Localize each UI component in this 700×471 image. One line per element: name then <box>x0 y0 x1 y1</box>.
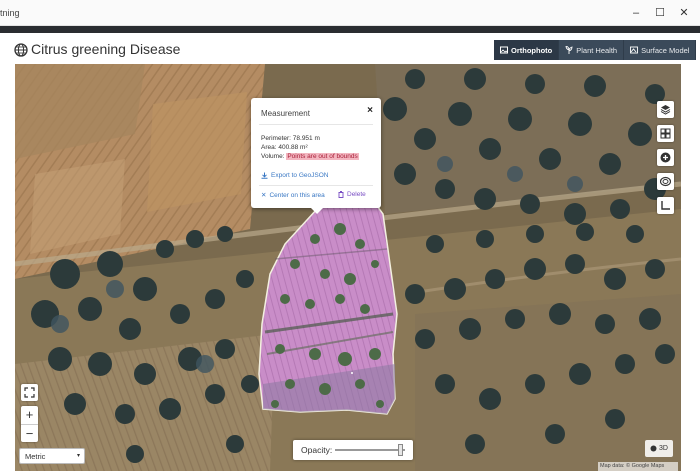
3d-view-button[interactable]: 3D <box>645 440 673 457</box>
tab-plant-health[interactable]: Plant Health <box>559 40 625 60</box>
image-icon <box>500 46 508 54</box>
center-area-link[interactable]: ✕ Center on this area <box>261 191 325 200</box>
layers-icon <box>660 105 671 115</box>
area-value: Area: 400.88 m² <box>261 144 308 151</box>
tab-orthophoto[interactable]: Orthophoto <box>494 40 560 60</box>
close-icon: ✕ <box>261 192 267 199</box>
zoom-in-button[interactable]: + <box>21 406 38 424</box>
units-select[interactable]: Metric ▾ <box>19 448 85 464</box>
measurement-popup: Measurement × Perimeter: 78.951 m Area: … <box>251 98 381 214</box>
delete-measurement-link[interactable]: Delete <box>338 191 366 198</box>
popup-close-button[interactable]: × <box>367 105 373 116</box>
tab-label: Orthophoto <box>511 45 553 55</box>
view-tabs: Orthophoto Plant Health Surface Model <box>494 40 697 60</box>
globe-icon <box>14 43 28 57</box>
fullscreen-icon <box>24 387 35 398</box>
3d-label: 3D <box>659 445 668 452</box>
mountain-icon <box>630 46 639 54</box>
popup-title: Measurement <box>261 109 310 118</box>
measure-button[interactable] <box>657 173 674 190</box>
chevron-down-icon: ▾ <box>76 453 80 459</box>
page-title: Citrus greening Disease <box>31 41 181 57</box>
map-view[interactable]: + − Metric ▾ Opacity: 3D Map data: © Goo… <box>15 64 681 471</box>
window-title: tning <box>0 8 20 18</box>
popup-divider <box>259 185 373 186</box>
volume-row: Volume: Points are out of bounds <box>261 153 359 160</box>
close-window-button[interactable]: ✕ <box>672 4 696 22</box>
app-content: Citrus greening Disease Orthophoto Plant… <box>0 33 700 471</box>
opacity-slider-track[interactable] <box>335 449 405 451</box>
volume-label: Volume: <box>261 153 285 160</box>
trash-icon <box>338 191 344 198</box>
minimize-button[interactable]: – <box>624 4 648 22</box>
globe-icon <box>650 445 657 452</box>
download-icon <box>261 172 268 179</box>
window-title-bar: tning – ☐ ✕ <box>0 0 700 26</box>
center-label: Center on this area <box>269 191 325 199</box>
perimeter-value: Perimeter: 78.951 m <box>261 135 320 142</box>
browser-toolbar <box>0 26 700 33</box>
plant-icon <box>565 46 573 54</box>
tab-surface-model[interactable]: Surface Model <box>624 40 697 60</box>
crop-button[interactable] <box>657 197 674 214</box>
page-header: Citrus greening Disease Orthophoto Plant… <box>0 33 700 65</box>
export-geojson-link[interactable]: Export to GeoJSON <box>261 172 328 179</box>
maximize-button[interactable]: ☐ <box>648 4 672 22</box>
grid-icon <box>660 128 671 139</box>
zoom-out-button[interactable]: − <box>21 424 38 442</box>
grid-button[interactable] <box>657 125 674 142</box>
popup-divider <box>259 124 373 125</box>
popup-pointer <box>311 208 323 214</box>
tab-label: Plant Health <box>576 45 618 55</box>
map-attribution: Map data: © Google Maps <box>598 462 678 471</box>
export-label: Export to GeoJSON <box>271 172 329 179</box>
units-value: Metric <box>25 452 46 461</box>
crop-icon <box>661 201 670 210</box>
add-icon <box>660 152 671 163</box>
tab-label: Surface Model <box>641 45 690 55</box>
layers-button[interactable] <box>657 101 674 118</box>
measure-icon <box>660 176 671 187</box>
delete-label: Delete <box>347 191 366 198</box>
fullscreen-button[interactable] <box>21 384 38 401</box>
opacity-slider-handle[interactable] <box>398 444 403 456</box>
opacity-control: Opacity: <box>293 440 413 460</box>
volume-error: Points are out of bounds <box>286 153 359 160</box>
add-button[interactable] <box>657 149 674 166</box>
zoom-control: + − <box>21 406 38 442</box>
